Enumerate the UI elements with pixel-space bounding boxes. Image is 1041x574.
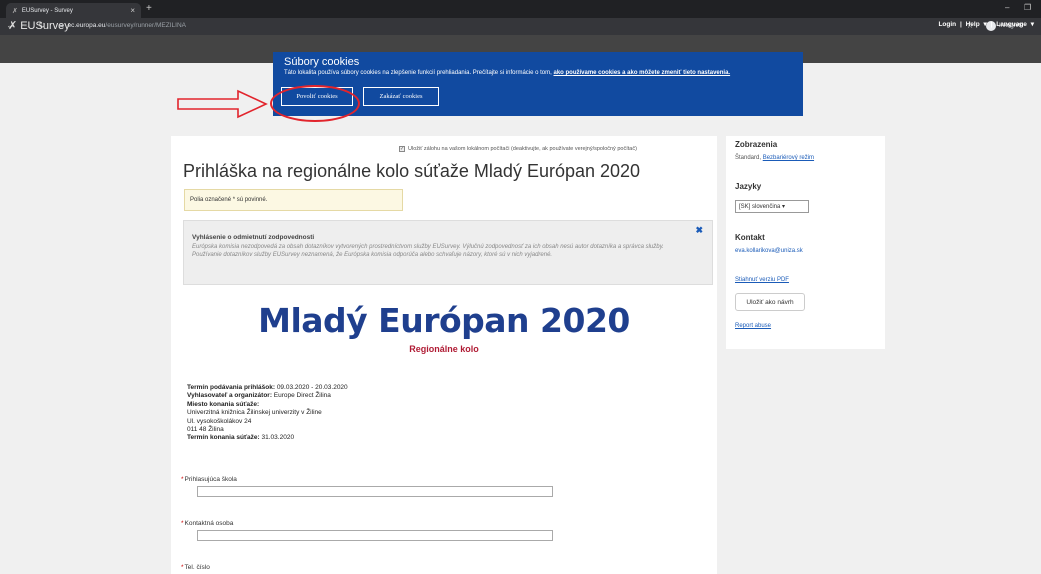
- hero-banner: Mladý Európan 2020 Regionálne kolo: [171, 301, 717, 354]
- top-menu: Login | Help ▾ | Language ▾: [937, 20, 1035, 28]
- close-disclaimer-icon[interactable]: ✖: [695, 225, 703, 236]
- field-school: *Prihlasujúca škola: [181, 476, 553, 497]
- backup-checkbox[interactable]: ✓: [399, 146, 405, 152]
- hero-title: Mladý Európan 2020: [258, 301, 630, 340]
- venue-line-1: Univerzitná knižnica Žilinskej univerzit…: [187, 409, 322, 417]
- chevron-down-icon: ▾: [782, 204, 786, 210]
- tab-title: EUSurvey - Survey: [21, 7, 73, 14]
- url-path: /eusurvey/runner/MEZILINA: [105, 22, 186, 29]
- organizer-value: Europe Direct Žilina: [271, 392, 331, 400]
- deadline-value: 09.03.2020 - 20.03.2020: [275, 384, 348, 391]
- event-info: Termín podávania prihlášok: 09.03.2020 -…: [187, 384, 348, 443]
- new-tab-icon[interactable]: +: [146, 3, 152, 14]
- language-select-value: [SK] slovenčina: [739, 204, 781, 210]
- language-menu[interactable]: Language: [996, 21, 1027, 28]
- browser-tabbar: ✗ EUSurvey - Survey × + – ❐: [0, 0, 1041, 18]
- disclaimer-box: ✖ Vyhlásenie o odmietnutí zodpovednosti …: [183, 220, 713, 285]
- minimize-icon[interactable]: –: [1005, 3, 1009, 12]
- contact-heading: Kontakt: [735, 233, 765, 242]
- event-date-value: 31.03.2020: [259, 434, 295, 442]
- backup-option[interactable]: ✓ Uložiť zálohu na vašom lokálnom počíta…: [399, 146, 637, 152]
- views-heading: Zobrazenia: [735, 140, 778, 149]
- pointer-arrow-icon: [177, 89, 268, 119]
- report-abuse: Report abuse: [735, 323, 771, 329]
- cookie-title: Súbory cookies: [284, 56, 360, 68]
- url-field[interactable]: 🔒︎ ec.europa.eu/eusurvey/runner/MEZILINA: [60, 22, 186, 30]
- backup-label: Uložiť zálohu na vašom lokálnom počítači…: [408, 146, 637, 152]
- venue-line-2: Ul. vysokoškolákov 24: [187, 417, 252, 425]
- pdf-download-link[interactable]: Stiahnuť verziu PDF: [735, 277, 789, 283]
- help-menu[interactable]: Help: [966, 21, 980, 28]
- eusurvey-favicon: ✗: [12, 7, 18, 15]
- event-date-label: Termín konania súťaže:: [187, 434, 260, 442]
- deadline-label: Termín podávania prihlášok:: [187, 384, 276, 391]
- logo-mark-icon: ✗: [8, 20, 18, 32]
- disclaimer-text: Európska komisia nezodpovedá za obsah do…: [192, 244, 664, 258]
- disclaimer-title: Vyhlásenie o odmietnutí zodpovednosti: [192, 234, 315, 241]
- survey-title: Prihláška na regionálne kolo súťaže Mlad…: [183, 161, 641, 181]
- venue-line-3: 011 48 Žilina: [187, 426, 224, 434]
- required-note: Polia označené * sú povinné.: [184, 189, 403, 211]
- field-phone: *Tel. číslo: [181, 564, 210, 571]
- organizer-label: Vyhlasovateľ a organizátor:: [187, 392, 272, 400]
- survey-sidebar: Zobrazenia Štandard, Bezbariérový režim …: [726, 136, 885, 349]
- menu-separator: |: [990, 21, 993, 28]
- browser-tab[interactable]: ✗ EUSurvey - Survey ×: [6, 3, 141, 18]
- languages-heading: Jazyky: [735, 182, 762, 191]
- menu-separator: |: [959, 21, 962, 28]
- field-school-label: Prihlasujúca škola: [184, 476, 237, 483]
- save-draft-button[interactable]: Uložiť ako návrh: [735, 293, 805, 311]
- view-options: Štandard, Bezbariérový režim: [735, 155, 815, 161]
- view-accessible-link[interactable]: Bezbariérový režim: [763, 155, 814, 161]
- venue-label: Miesto konania súťaže:: [187, 400, 260, 408]
- reject-cookies-button[interactable]: Zakázať cookies: [363, 87, 439, 106]
- field-contact: *Kontaktná osoba: [181, 520, 553, 541]
- cookie-text-body: Táto lokalita používa súbory cookies na …: [284, 70, 554, 76]
- pdf-download: Stiahnuť verziu PDF: [735, 277, 789, 283]
- eusurvey-logo[interactable]: ✗ EUSurvey: [8, 19, 70, 32]
- school-input[interactable]: [197, 486, 553, 497]
- contact-email[interactable]: eva.kollarikova@uniza.sk: [735, 248, 803, 254]
- view-standard[interactable]: Štandard: [735, 155, 759, 161]
- close-tab-icon[interactable]: ×: [130, 6, 135, 15]
- field-phone-label: Tel. číslo: [184, 564, 210, 571]
- language-select[interactable]: [SK] slovenčina ▾: [735, 200, 809, 213]
- survey-form: ✓ Uložiť zálohu na vašom lokálnom počíta…: [171, 136, 717, 574]
- url-host: ec.europa.eu: [67, 22, 106, 29]
- logo-text: EUSurvey: [20, 20, 70, 32]
- report-abuse-link[interactable]: Report abuse: [735, 323, 771, 329]
- login-link[interactable]: Login: [938, 21, 956, 28]
- browser-address-bar: ← → ↻ 🔒︎ ec.europa.eu/eusurvey/runner/MEZ…: [0, 18, 1041, 35]
- highlight-circle: [270, 85, 360, 122]
- help-caret-icon[interactable]: ▾: [982, 21, 986, 28]
- restore-icon[interactable]: ❐: [1024, 3, 1031, 12]
- cookie-text: Táto lokalita používa súbory cookies na …: [284, 69, 794, 77]
- hero-subtitle: Regionálne kolo: [409, 344, 479, 354]
- cookie-policy-link[interactable]: ako používame cookies a ako môžete zmeni…: [553, 70, 730, 76]
- contact-person-input[interactable]: [197, 530, 553, 541]
- language-caret-icon[interactable]: ▾: [1029, 21, 1034, 28]
- field-contact-label: Kontaktná osoba: [184, 520, 234, 527]
